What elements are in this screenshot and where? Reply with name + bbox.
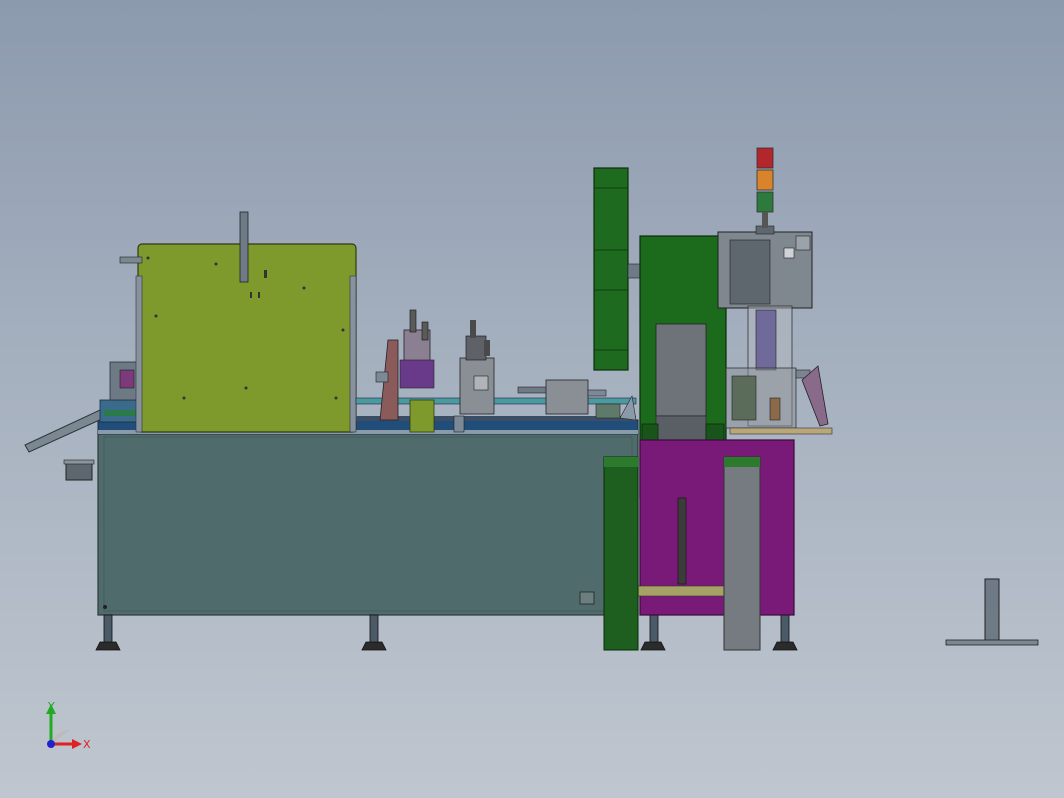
press-flywheel[interactable]: [593, 167, 643, 371]
coordinate-triad: Y X: [40, 700, 100, 760]
triad-graphic: Y X: [46, 700, 91, 751]
x-axis-label: X: [83, 738, 91, 751]
press-base[interactable]: [603, 439, 795, 651]
station-cutter[interactable]: [375, 309, 435, 433]
feeder-hood[interactable]: [119, 211, 357, 433]
cad-viewport[interactable]: Y X: [0, 0, 1064, 798]
leveling-feet: [95, 614, 798, 651]
station-crimper[interactable]: [453, 320, 495, 433]
signal-tower: [756, 147, 774, 228]
detached-stand-part[interactable]: [945, 578, 1039, 646]
y-axis-label: Y: [47, 700, 55, 713]
base-cabinet[interactable]: [97, 432, 639, 616]
z-axis-icon: [47, 740, 55, 748]
machine-assembly-model[interactable]: [0, 0, 1064, 798]
output-station[interactable]: [725, 365, 833, 435]
